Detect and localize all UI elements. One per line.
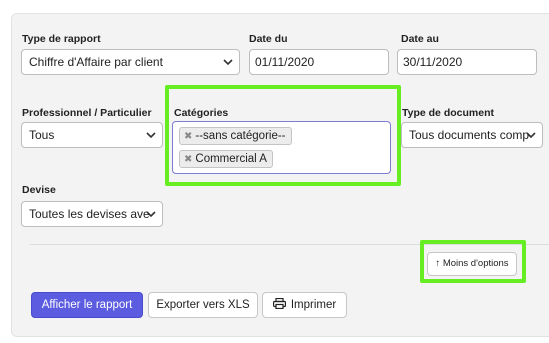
category-tag: ✖ Commercial A bbox=[179, 150, 273, 168]
report-type-select[interactable]: Chiffre d'Affaire par client bbox=[21, 49, 240, 75]
export-xls-button[interactable]: Exporter vers XLS bbox=[148, 292, 258, 318]
date-to-label: Date au bbox=[401, 33, 439, 45]
category-tag: ✖ --sans catégorie-- bbox=[179, 127, 292, 145]
client-kind-value: Tous bbox=[29, 128, 55, 142]
chevron-down-icon bbox=[146, 132, 156, 139]
print-label: Imprimer bbox=[290, 299, 337, 311]
categories-label: Catégories bbox=[174, 107, 229, 119]
remove-tag-icon[interactable]: ✖ bbox=[184, 131, 192, 142]
print-button[interactable]: Imprimer bbox=[262, 292, 347, 318]
categories-multiselect[interactable]: ✖ --sans catégorie-- ✖ Commercial A bbox=[172, 121, 391, 174]
client-kind-select[interactable]: Tous bbox=[21, 122, 163, 148]
date-from-label: Date du bbox=[249, 33, 288, 45]
report-type-value: Chiffre d'Affaire par client bbox=[29, 55, 163, 69]
document-type-value: Tous documents comp bbox=[409, 128, 530, 142]
remove-tag-icon[interactable]: ✖ bbox=[184, 154, 192, 165]
client-kind-label: Professionnel / Particulier bbox=[22, 107, 152, 119]
printer-icon bbox=[272, 297, 286, 310]
category-tag-label: --sans catégorie-- bbox=[195, 130, 286, 142]
arrow-up-icon: ↑ bbox=[435, 258, 441, 269]
category-tag-label: Commercial A bbox=[195, 153, 267, 165]
date-from-input[interactable]: 01/11/2020 bbox=[249, 49, 389, 75]
currency-label: Devise bbox=[22, 184, 56, 196]
show-report-button[interactable]: Afficher le rapport bbox=[31, 292, 143, 318]
chevron-down-icon bbox=[223, 59, 233, 66]
currency-select[interactable]: Toutes les devises ave bbox=[21, 201, 163, 227]
less-options-label: Moins d'options bbox=[442, 258, 509, 269]
date-to-input[interactable]: 30/11/2020 bbox=[397, 49, 537, 75]
chevron-down-icon bbox=[526, 132, 536, 139]
document-type-label: Type de document bbox=[402, 107, 494, 119]
less-options-button[interactable]: ↑ Moins d'options bbox=[427, 252, 517, 276]
report-type-label: Type de rapport bbox=[22, 33, 101, 45]
chevron-down-icon bbox=[146, 211, 156, 218]
document-type-select[interactable]: Tous documents comp bbox=[401, 122, 543, 148]
currency-value: Toutes les devises ave bbox=[29, 207, 150, 221]
